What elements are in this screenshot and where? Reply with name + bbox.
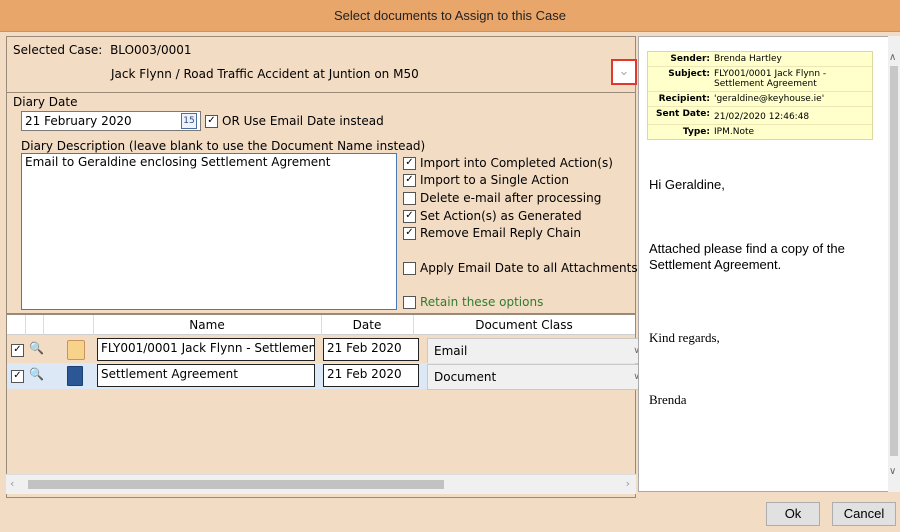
cancel-button[interactable]: Cancel bbox=[832, 502, 896, 526]
calendar-day: 15 bbox=[183, 116, 195, 126]
sender-row: Sender: Brenda Hartley bbox=[648, 52, 872, 67]
row-checkbox-checked-icon[interactable]: ✓ bbox=[11, 370, 24, 383]
scroll-left-icon[interactable]: ‹ bbox=[10, 477, 14, 490]
type-value: IPM.Note bbox=[714, 127, 755, 137]
option-import-single[interactable]: ✓ Import to a Single Action bbox=[403, 172, 569, 188]
email-metadata: Sender: Brenda Hartley Subject: FLY001/0… bbox=[647, 51, 873, 140]
table-row[interactable]: ✓ 🔍 FLY001/0001 Jack Flynn - Settlement … bbox=[7, 337, 647, 364]
checkbox-checked-icon[interactable]: ✓ bbox=[403, 157, 416, 170]
checkbox-unchecked-icon[interactable] bbox=[403, 192, 416, 205]
row-name-field[interactable]: Settlement Agreement bbox=[97, 364, 315, 387]
subject-row: Subject: FLY001/0001 Jack Flynn - Settle… bbox=[648, 67, 872, 92]
table-row[interactable]: ✓ 🔍 Settlement Agreement 21 Feb 2020 Doc… bbox=[7, 363, 647, 390]
header-select bbox=[7, 315, 26, 335]
diary-date-field[interactable]: 21 February 2020 bbox=[21, 111, 201, 131]
option-delete-email[interactable]: Delete e-mail after processing bbox=[403, 190, 601, 206]
diary-description-label: Diary Description (leave blank to use th… bbox=[21, 139, 426, 153]
select-value: Document bbox=[434, 370, 497, 384]
word-document-icon bbox=[67, 366, 83, 386]
row-date-field[interactable]: 21 Feb 2020 bbox=[323, 364, 419, 387]
sent-date-row: Sent Date: 21/02/2020 12:46:48 bbox=[648, 107, 872, 125]
scroll-right-icon[interactable]: › bbox=[626, 477, 630, 490]
checkbox-checked-icon[interactable]: ✓ bbox=[205, 115, 218, 128]
header-name[interactable]: Name bbox=[93, 315, 322, 335]
grid-header: Name Date Document Class bbox=[7, 315, 635, 335]
horizontal-scrollbar[interactable]: ‹ › bbox=[6, 474, 636, 494]
window-title: Select documents to Assign to this Case bbox=[0, 0, 900, 32]
diary-date-label: Diary Date bbox=[13, 95, 78, 109]
checkbox-checked-icon[interactable]: ✓ bbox=[403, 210, 416, 223]
type-row: Type: IPM.Note bbox=[648, 125, 872, 139]
option-remove-reply-chain[interactable]: ✓ Remove Email Reply Chain bbox=[403, 225, 581, 241]
checkbox-unchecked-icon[interactable] bbox=[403, 262, 416, 275]
type-key: Type: bbox=[682, 127, 710, 137]
use-email-date-checkbox[interactable]: ✓ OR Use Email Date instead bbox=[205, 113, 384, 129]
scroll-down-icon[interactable]: ∨ bbox=[889, 466, 896, 477]
option-label: Set Action(s) as Generated bbox=[420, 209, 582, 223]
option-retain[interactable]: Retain these options bbox=[403, 294, 543, 310]
sent-date-key: Sent Date: bbox=[656, 109, 710, 119]
recipient-key: Recipient: bbox=[658, 94, 710, 104]
row-document-class-select[interactable]: Email ∨ bbox=[427, 338, 647, 364]
case-name: Jack Flynn / Road Traffic Accident at Ju… bbox=[111, 67, 419, 81]
subject-value: FLY001/0001 Jack Flynn - Settlement Agre… bbox=[714, 69, 827, 89]
select-value: Email bbox=[434, 344, 468, 358]
header-date[interactable]: Date bbox=[321, 315, 414, 335]
email-greeting: Hi Geraldine, bbox=[649, 177, 725, 192]
option-label: Import to a Single Action bbox=[420, 173, 569, 187]
sender-value: Brenda Hartley bbox=[714, 54, 782, 64]
email-signature: Brenda bbox=[649, 392, 687, 407]
calendar-icon[interactable]: 15 bbox=[181, 113, 197, 129]
recipient-row: Recipient: 'geraldine@keyhouse.ie' bbox=[648, 92, 872, 107]
option-label: Delete e-mail after processing bbox=[420, 191, 602, 205]
checkbox-checked-icon[interactable]: ✓ bbox=[403, 227, 416, 240]
documents-grid: Name Date Document Class ✓ 🔍 FLY001/0001… bbox=[6, 314, 647, 498]
option-label: Apply Email Date to all Attachments bbox=[420, 261, 638, 275]
option-label: Remove Email Reply Chain bbox=[420, 226, 581, 240]
option-import-completed[interactable]: ✓ Import into Completed Action(s) bbox=[403, 155, 613, 171]
email-preview-pane: Sender: Brenda Hartley Subject: FLY001/0… bbox=[638, 36, 890, 492]
diary-description-textarea[interactable]: Email to Geraldine enclosing Settlement … bbox=[21, 153, 397, 310]
email-regards: Kind regards, bbox=[649, 330, 720, 345]
header-view bbox=[25, 315, 44, 335]
divider bbox=[7, 92, 635, 93]
collapse-chevron-icon[interactable]: ⌄ bbox=[611, 59, 637, 85]
use-email-date-label: OR Use Email Date instead bbox=[222, 114, 384, 128]
option-apply-email-date[interactable]: Apply Email Date to all Attachments bbox=[403, 260, 638, 276]
selected-case-label: Selected Case: BLO003/0001 bbox=[13, 43, 192, 57]
selected-case-caption: Selected Case: bbox=[13, 43, 103, 57]
row-document-class-select[interactable]: Document ∨ bbox=[427, 364, 647, 390]
scrollbar-thumb[interactable] bbox=[890, 66, 898, 456]
row-name-field[interactable]: FLY001/0001 Jack Flynn - Settlement bbox=[97, 338, 315, 361]
scroll-up-icon[interactable]: ∧ bbox=[889, 52, 896, 63]
preview-vertical-scrollbar[interactable]: ∧ ∨ bbox=[888, 36, 900, 492]
scrollbar-thumb[interactable] bbox=[28, 480, 444, 489]
checkbox-checked-icon[interactable]: ✓ bbox=[403, 174, 416, 187]
header-document-class[interactable]: Document Class bbox=[413, 315, 635, 335]
magnifier-icon[interactable]: 🔍 bbox=[29, 367, 44, 381]
email-body-line: Attached please find a copy of the Settl… bbox=[649, 241, 845, 272]
magnifier-icon[interactable]: 🔍 bbox=[29, 341, 44, 355]
recipient-value: 'geraldine@keyhouse.ie' bbox=[714, 94, 825, 104]
row-checkbox-checked-icon[interactable]: ✓ bbox=[11, 344, 24, 357]
option-label: Retain these options bbox=[420, 295, 544, 309]
option-label: Import into Completed Action(s) bbox=[420, 156, 613, 170]
email-icon bbox=[67, 340, 85, 360]
case-details-panel: Selected Case: BLO003/0001 Jack Flynn / … bbox=[6, 36, 638, 314]
case-id: BLO003/0001 bbox=[110, 43, 192, 57]
option-set-generated[interactable]: ✓ Set Action(s) as Generated bbox=[403, 208, 582, 224]
row-date-field[interactable]: 21 Feb 2020 bbox=[323, 338, 419, 361]
header-icon bbox=[43, 315, 94, 335]
ok-button[interactable]: Ok bbox=[766, 502, 820, 526]
subject-key: Subject: bbox=[668, 69, 710, 79]
checkbox-unchecked-icon[interactable] bbox=[403, 296, 416, 309]
sender-key: Sender: bbox=[670, 54, 710, 64]
sent-date-value: 21/02/2020 12:46:48 bbox=[714, 112, 810, 122]
